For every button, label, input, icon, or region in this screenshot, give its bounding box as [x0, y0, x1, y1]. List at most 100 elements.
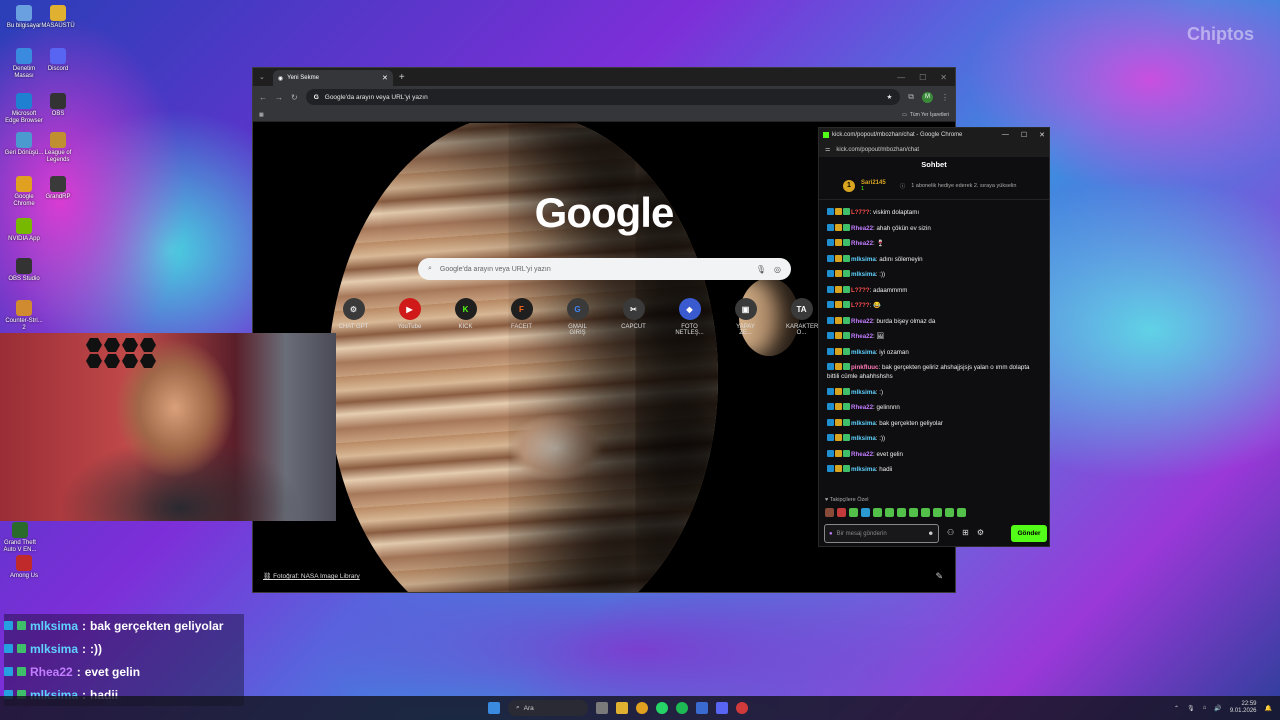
kick-minimize-button[interactable]: —	[1002, 131, 1009, 139]
desktop-icon[interactable]: OBS	[38, 93, 78, 118]
clock[interactable]: 22:59 9.01.2026	[1230, 701, 1257, 715]
start-icon[interactable]	[488, 702, 500, 714]
chat-username[interactable]: Rhea22	[851, 451, 873, 458]
shortcut-tile[interactable]: G GMAIL GİRİŞ	[562, 298, 593, 336]
close-tab-icon[interactable]: ✕	[382, 74, 388, 82]
chat-username[interactable]: mlksima	[851, 271, 876, 278]
taskbar-search[interactable]: ⌕ Ara	[508, 700, 588, 716]
tab-new-tab[interactable]: ◉ Yeni Sekme ✕	[272, 70, 393, 86]
shortcut-tile[interactable]: ⚙ CHAT GPT	[338, 298, 369, 336]
obs-icon[interactable]	[736, 702, 748, 714]
close-window-button[interactable]: ✕	[940, 73, 947, 82]
shortcut-tile[interactable]: TA KARAKTER O...	[786, 298, 818, 336]
chat-message-input[interactable]: ● Bir mesaj gönderin ☻	[824, 524, 939, 543]
pinned-user[interactable]: Sari2145	[861, 180, 886, 186]
chat-username[interactable]: mlksima	[851, 435, 876, 442]
minimize-button[interactable]: —	[897, 73, 905, 82]
mic-tray-icon[interactable]: 🎙	[1187, 705, 1195, 712]
chrome-taskbar-icon[interactable]	[636, 702, 648, 714]
kick-url[interactable]: kick.com/popout/mbozhan/chat	[836, 147, 919, 153]
new-tab-button[interactable]: +	[399, 72, 405, 83]
profile-avatar[interactable]: M	[922, 91, 933, 103]
app-icon[interactable]	[696, 702, 708, 714]
emote-icon[interactable]	[897, 508, 906, 517]
users-icon[interactable]: ⚇	[947, 528, 954, 537]
chat-username[interactable]: Rhea22	[851, 404, 873, 411]
desktop-icon[interactable]: GrandRP	[38, 176, 78, 201]
chat-username[interactable]: mlksima	[851, 349, 876, 356]
emote-icon[interactable]	[921, 508, 930, 517]
emote-icon[interactable]	[873, 508, 882, 517]
discord-icon[interactable]	[716, 702, 728, 714]
shortcut-tile[interactable]: K KICK	[450, 298, 481, 336]
chat-username[interactable]: L?7??	[851, 209, 870, 216]
volume-icon[interactable]: 🔊	[1214, 705, 1221, 712]
desktop-icon[interactable]: Among Us	[4, 555, 44, 580]
maximize-button[interactable]: ☐	[919, 73, 926, 82]
gift-icon[interactable]: ⊞	[962, 528, 969, 537]
apps-icon[interactable]: ▦	[259, 112, 264, 118]
desktop-icon[interactable]: OBS Studio	[4, 258, 44, 283]
desktop-icon[interactable]: MASAÜSTÜ	[38, 5, 78, 30]
emote-icon[interactable]	[909, 508, 918, 517]
forward-icon[interactable]: →	[275, 93, 283, 102]
chat-username[interactable]: Rhea22	[851, 318, 873, 325]
lens-icon[interactable]: ◎	[774, 265, 781, 274]
microphone-icon[interactable]: 🎙	[756, 265, 766, 274]
customize-pencil-icon[interactable]: ✎	[935, 571, 943, 582]
file-explorer-icon[interactable]	[616, 702, 628, 714]
emote-icon[interactable]	[945, 508, 954, 517]
chevron-up-icon[interactable]: ⌃	[1174, 705, 1179, 712]
emote-icon[interactable]	[825, 508, 834, 517]
emote-icon[interactable]	[885, 508, 894, 517]
chat-username[interactable]: Rhea22	[851, 240, 873, 247]
task-view-icon[interactable]	[596, 702, 608, 714]
site-settings-icon[interactable]: ⚌	[825, 146, 830, 153]
desktop-icon[interactable]: League of Legends	[38, 132, 78, 164]
google-search-box[interactable]: ⌕ Google'da arayın veya URL'yi yazın 🎙 ◎	[418, 258, 791, 280]
emote-icon[interactable]	[933, 508, 942, 517]
chat-username[interactable]: Rhea22	[851, 333, 873, 340]
photo-credit-link[interactable]: ⛓ Fotoğraf: NASA Image Library	[263, 572, 360, 580]
tab-search-icon[interactable]: ⌄	[259, 73, 265, 81]
emote-icon[interactable]	[849, 508, 858, 517]
menu-icon[interactable]: ⋮	[941, 93, 949, 102]
chat-username[interactable]: L?7??	[851, 302, 870, 309]
emote-icon[interactable]	[957, 508, 966, 517]
shortcut-tile[interactable]: F FACEIT	[506, 298, 537, 336]
chat-username[interactable]: Rhea22	[851, 225, 873, 232]
chat-username[interactable]: mlksima	[851, 420, 876, 427]
shortcut-tile[interactable]: ✂ CAPCUT	[618, 298, 649, 336]
chat-text: viskim dolaptamı	[873, 209, 920, 216]
chat-username[interactable]: mlksima	[851, 256, 876, 263]
desktop-icon[interactable]: Discord	[38, 48, 78, 73]
kick-maximize-button[interactable]: ☐	[1021, 131, 1027, 139]
chat-username[interactable]: mlksima	[851, 389, 876, 396]
settings-gear-icon[interactable]: ⚙	[977, 528, 984, 537]
desktop-icon[interactable]: NVIDIA App	[4, 218, 44, 243]
shortcut-tile[interactable]: ▣ YAPAY ZE...	[730, 298, 761, 336]
send-button[interactable]: Gönder	[1011, 525, 1047, 542]
back-icon[interactable]: ←	[259, 93, 267, 102]
omnibox[interactable]: G Google'da arayın veya URL'yi yazın ★	[305, 89, 901, 105]
desktop-icon[interactable]: Counter-Stri... 2	[4, 300, 44, 332]
kick-close-button[interactable]: ✕	[1039, 131, 1045, 139]
bookmark-star-icon[interactable]: ★	[886, 93, 892, 101]
extensions-icon[interactable]: ⧉	[908, 92, 914, 102]
whatsapp-icon[interactable]	[656, 702, 668, 714]
shortcut-tile[interactable]: ◆ FOTO NETLEŞ...	[674, 298, 705, 336]
chat-username[interactable]: L?7??	[851, 287, 870, 294]
emoji-icon[interactable]: ☻	[928, 531, 934, 537]
chat-username[interactable]: mlksima	[851, 466, 876, 473]
emote-icon[interactable]	[861, 508, 870, 517]
desktop-icon[interactable]: Grand Theft Auto V EN...	[0, 522, 40, 554]
spotify-icon[interactable]	[676, 702, 688, 714]
network-icon[interactable]: ⌂	[1203, 705, 1207, 711]
reload-icon[interactable]: ↻	[291, 93, 298, 102]
shortcut-tile[interactable]: ▶ YouTube	[394, 298, 425, 336]
microphone-icon[interactable]: ●	[829, 531, 833, 537]
notification-icon[interactable]: 🔔	[1265, 705, 1272, 712]
emote-icon[interactable]	[837, 508, 846, 517]
chat-username[interactable]: pinkfluuc	[851, 364, 879, 371]
all-bookmarks-link[interactable]: Tüm Yer İşaretleri	[910, 112, 949, 118]
